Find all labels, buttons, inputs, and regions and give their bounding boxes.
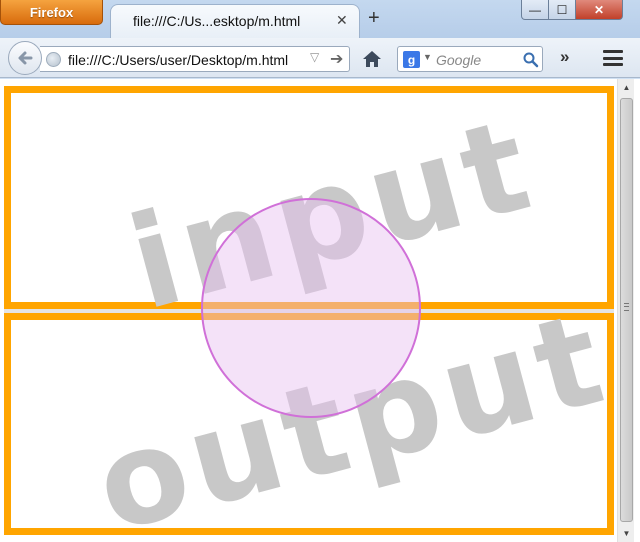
grip-icon xyxy=(624,303,629,311)
menu-bar-line xyxy=(603,56,623,60)
back-button[interactable] xyxy=(8,41,42,75)
url-text[interactable]: file:///C:/Users/user/Desktop/m.html xyxy=(68,52,304,68)
menu-bar-line xyxy=(603,50,623,53)
toolbar-overflow-button[interactable]: » xyxy=(560,47,569,67)
search-input[interactable] xyxy=(436,51,518,68)
hamburger-menu-icon[interactable] xyxy=(603,50,623,66)
home-icon xyxy=(363,51,381,67)
window-controls: — ☐ ✕ xyxy=(521,0,623,22)
go-arrow-icon[interactable]: ➔ xyxy=(330,49,343,69)
overlay-circle xyxy=(201,198,421,418)
url-bar[interactable]: file:///C:/Users/user/Desktop/m.html ▽ ➔ xyxy=(40,46,350,72)
new-tab-button[interactable]: + xyxy=(368,8,380,28)
title-bar: Firefox file:///C:/Us...esktop/m.html ✕ … xyxy=(0,0,640,38)
vertical-scrollbar[interactable]: ▲ ▼ xyxy=(617,79,634,542)
page-content: input output ▲ ▼ xyxy=(0,79,640,542)
history-dropdown-icon[interactable]: ▽ xyxy=(310,50,319,64)
search-engine-dropdown-icon[interactable]: ▼ xyxy=(423,52,432,62)
back-arrow-icon xyxy=(18,51,33,65)
navigation-toolbar: file:///C:/Users/user/Desktop/m.html ▽ ➔… xyxy=(0,38,640,78)
search-bar: g ▼ xyxy=(397,46,543,72)
tab-title: file:///C:/Us...esktop/m.html xyxy=(133,13,301,29)
home-button[interactable] xyxy=(361,48,383,70)
minimize-button[interactable]: — xyxy=(521,0,549,20)
search-icon[interactable] xyxy=(522,51,539,68)
scroll-down-button[interactable]: ▼ xyxy=(618,525,635,542)
globe-icon xyxy=(46,52,61,67)
close-icon[interactable]: ✕ xyxy=(336,12,348,29)
menu-bar-line xyxy=(603,63,623,66)
maximize-button[interactable]: ☐ xyxy=(549,0,576,20)
scroll-up-button[interactable]: ▲ xyxy=(618,79,635,96)
close-window-button[interactable]: ✕ xyxy=(576,0,623,20)
scroll-thumb[interactable] xyxy=(620,98,633,522)
firefox-menu-button[interactable]: Firefox xyxy=(0,0,103,25)
search-engine-logo[interactable]: g xyxy=(403,51,420,68)
tab-active[interactable]: file:///C:/Us...esktop/m.html ✕ xyxy=(110,4,360,38)
